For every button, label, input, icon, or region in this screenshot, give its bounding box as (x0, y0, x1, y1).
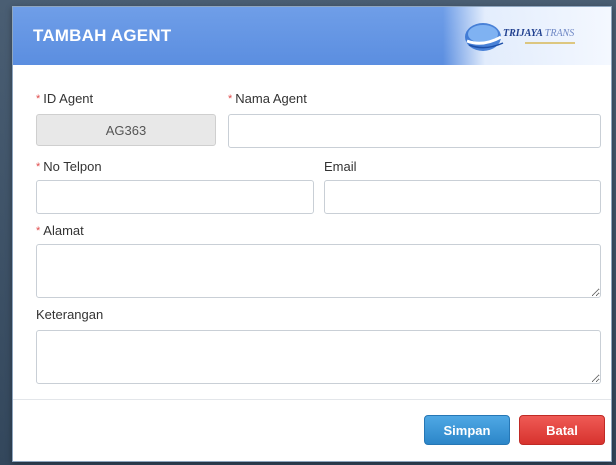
no-telpon-label-text: No Telpon (43, 159, 102, 174)
required-mark: * (36, 225, 41, 237)
email-label: Email (324, 159, 357, 174)
nama-agent-label-text: Nama Agent (235, 91, 307, 106)
alamat-label-text: Alamat (43, 223, 84, 238)
nama-agent-field[interactable] (228, 114, 601, 148)
brand-name-main: TRIJAYA (503, 28, 543, 39)
footer-divider (13, 399, 611, 400)
id-agent-label: * ID Agent (36, 91, 93, 106)
required-mark: * (36, 161, 41, 173)
brand-tagline-strip (525, 42, 575, 44)
bus-logo-icon (465, 23, 504, 51)
keterangan-textarea[interactable] (36, 330, 601, 384)
save-button[interactable]: Simpan (424, 415, 510, 445)
brand-logo: TRIJAYA TRANS (443, 7, 611, 65)
add-agent-dialog: TAMBAH AGENT TRIJAYA TRANS *ID Agent *Na… (12, 6, 612, 462)
dialog-title: TAMBAH AGENT (33, 26, 172, 45)
no-telpon-field[interactable] (36, 180, 314, 214)
alamat-textarea[interactable] (36, 244, 601, 298)
alamat-label: * Alamat (36, 223, 84, 238)
dialog-header: TAMBAH AGENT TRIJAYA TRANS (13, 7, 611, 65)
cancel-button[interactable]: Batal (519, 415, 605, 445)
required-mark: * (228, 93, 233, 105)
email-field[interactable] (324, 180, 601, 214)
brand-name: TRIJAYA TRANS (503, 28, 574, 39)
nama-agent-label: * Nama Agent (228, 91, 307, 106)
id-agent-label-text: ID Agent (43, 91, 94, 106)
keterangan-label: Keterangan (36, 307, 104, 322)
brand-name-accent: TRANS (544, 28, 575, 39)
required-mark: * (36, 93, 41, 105)
no-telpon-label: * No Telpon (36, 159, 102, 174)
id-agent-field[interactable] (36, 114, 216, 146)
